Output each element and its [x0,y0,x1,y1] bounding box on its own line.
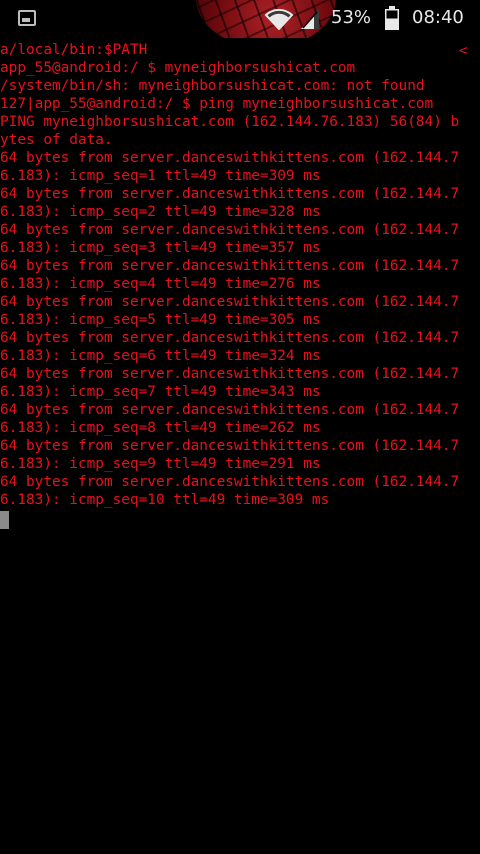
scroll-left-indicator: < [459,43,468,59]
terminal-line: 64 bytes from server.danceswithkittens.c… [0,366,460,382]
terminal-line: 6.183): icmp_seq=9 ttl=49 time=291 ms [0,456,321,472]
terminal-line: PING myneighborsushicat.com (162.144.76.… [0,114,460,130]
terminal-line: 6.183): icmp_seq=7 ttl=49 time=343 ms [0,384,321,400]
terminal-line: 64 bytes from server.danceswithkittens.c… [0,330,460,346]
terminal-line: 64 bytes from server.danceswithkittens.c… [0,402,460,418]
terminal-line: 64 bytes from server.danceswithkittens.c… [0,186,460,202]
terminal-line: 6.183): icmp_seq=5 ttl=49 time=305 ms [0,312,321,328]
terminal-line: 6.183): icmp_seq=10 ttl=49 time=309 ms [0,492,330,508]
signal-icon [301,9,319,29]
notification-icon[interactable] [18,10,36,26]
terminal-cursor [0,511,9,529]
terminal-line: 64 bytes from server.danceswithkittens.c… [0,150,460,166]
terminal-line: a/local/bin:$PATH [0,42,148,58]
terminal-line: 64 bytes from server.danceswithkittens.c… [0,258,460,274]
terminal-line: /system/bin/sh: myneighborsushicat.com: … [0,78,425,94]
terminal-line: 6.183): icmp_seq=6 ttl=49 time=324 ms [0,348,321,364]
status-bar[interactable]: 53% 08:40 [0,0,480,38]
clock: 08:40 [412,7,464,28]
terminal-line: 6.183): icmp_seq=4 ttl=49 time=276 ms [0,276,321,292]
terminal-line: 64 bytes from server.danceswithkittens.c… [0,222,460,238]
wifi-icon [264,8,294,30]
terminal-line: app_55@android:/ $ myneighborsushicat.co… [0,60,356,76]
terminal-line: 64 bytes from server.danceswithkittens.c… [0,474,460,490]
terminal-line: 64 bytes from server.danceswithkittens.c… [0,438,460,454]
terminal-line: 6.183): icmp_seq=2 ttl=49 time=328 ms [0,204,321,220]
terminal-line: ytes of data. [0,132,113,148]
battery-percent-text: 53% [331,7,372,28]
terminal-output[interactable]: a/local/bin:$PATH app_55@android:/ $ myne… [0,41,480,854]
terminal-line: 6.183): icmp_seq=8 ttl=49 time=262 ms [0,420,321,436]
terminal-line: 127|app_55@android:/ $ ping myneighborsu… [0,96,434,112]
terminal-line: 64 bytes from server.danceswithkittens.c… [0,294,460,310]
battery-icon [385,6,399,30]
terminal-line: 6.183): icmp_seq=3 ttl=49 time=357 ms [0,240,321,256]
terminal-line: 6.183): icmp_seq=1 ttl=49 time=309 ms [0,168,321,184]
